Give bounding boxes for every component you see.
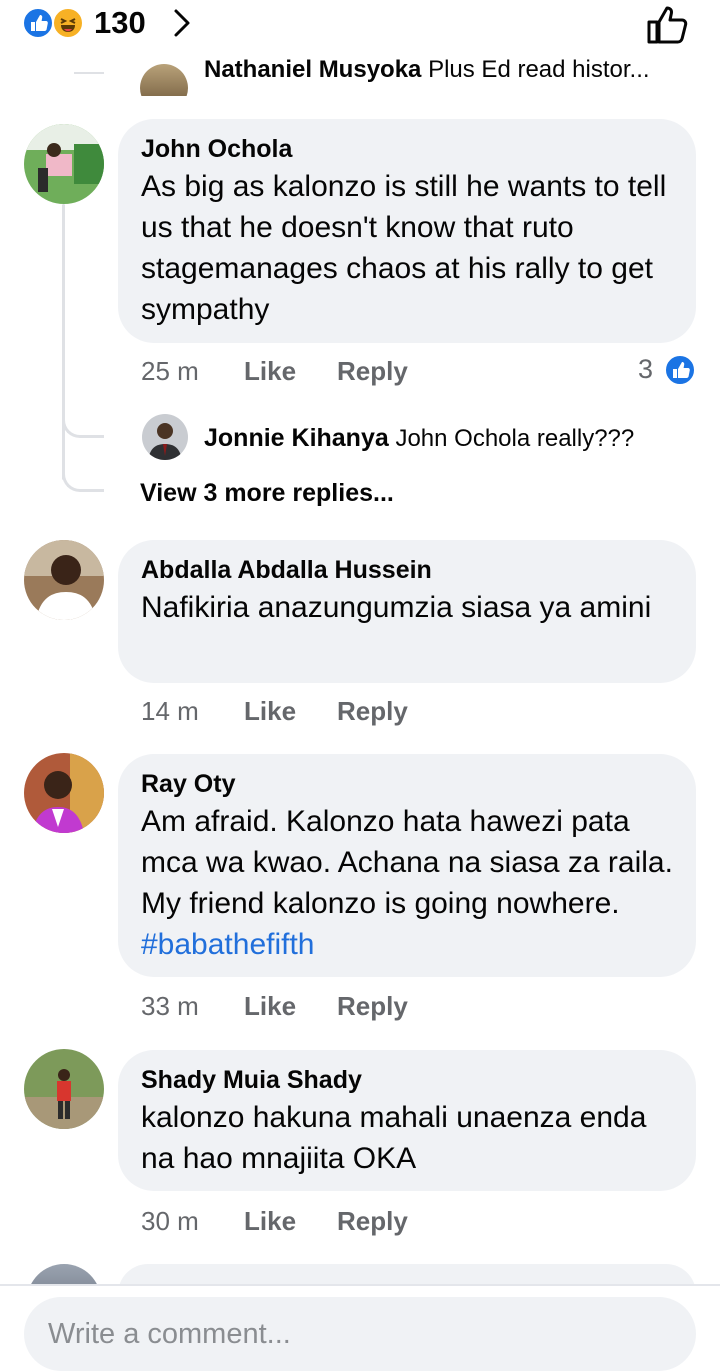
like-button[interactable]: Like	[244, 356, 296, 387]
reactions-bar[interactable]: 130	[0, 0, 720, 50]
like-button[interactable]: Like	[244, 696, 296, 727]
comment-actions: 33 m Like Reply	[141, 991, 441, 1027]
haha-reaction-icon	[52, 7, 84, 39]
reply-button[interactable]: Reply	[337, 991, 408, 1022]
thread-line	[62, 204, 65, 480]
thread-elbow	[62, 466, 104, 492]
comment-actions: 25 m Like Reply	[141, 356, 441, 392]
like-reaction-icon[interactable]	[664, 354, 696, 386]
avatar-ray-oty[interactable]	[24, 753, 104, 833]
avatar[interactable]	[27, 1264, 101, 1284]
reply-content: John Ochola really???	[395, 425, 635, 452]
view-more-replies-link[interactable]: View 3 more replies...	[140, 479, 394, 508]
reaction-count: 130	[94, 5, 146, 40]
comment-composer[interactable]	[24, 1297, 696, 1371]
comment-actions: 30 m Like Reply	[141, 1206, 441, 1242]
partial-reply-row: Nathaniel Musyoka Plus Ed read histor...	[0, 50, 720, 96]
hashtag-link[interactable]: #babathefifth	[141, 928, 314, 961]
comment-text: Am afraid. Kalonzo hata hawezi pata mca …	[141, 805, 673, 961]
like-button[interactable]: Like	[244, 1206, 296, 1237]
chevron-right-icon[interactable]	[172, 8, 192, 38]
comment-text: kalonzo hakuna mahali unaenza enda na ha…	[141, 1101, 647, 1175]
comment-time: 14 m	[141, 696, 199, 726]
composer-divider	[0, 1284, 720, 1286]
avatar-shady-muia[interactable]	[24, 1049, 104, 1129]
comment-text: As big as kalonzo is still he wants to t…	[141, 170, 667, 326]
avatar-abdalla-hussein[interactable]	[24, 540, 104, 620]
comment-author[interactable]: Shady Muia Shady	[141, 1064, 674, 1096]
comment-actions: 14 m Like Reply	[141, 696, 441, 732]
comment-time: 30 m	[141, 1206, 199, 1236]
like-reaction-icon	[22, 7, 54, 39]
comment-author[interactable]: Abdalla Abdalla Hussein	[141, 554, 674, 586]
avatar[interactable]	[140, 64, 188, 96]
write-comment-input[interactable]	[48, 1313, 668, 1355]
comment-text: Nafikiria anazungumzia siasa ya amini	[141, 591, 652, 624]
comment-bubble[interactable]: Shady Muia Shady kalonzo hakuna mahali u…	[118, 1050, 696, 1191]
like-outline-icon[interactable]	[646, 4, 690, 46]
comment-author[interactable]: John Ochola	[141, 133, 674, 165]
like-button[interactable]: Like	[244, 991, 296, 1022]
comment-author[interactable]: Ray Oty	[141, 768, 674, 800]
reply-author[interactable]: Jonnie Kihanya	[204, 424, 389, 452]
comment-bubble[interactable]: Abdalla Abdalla Hussein Nafikiria anazun…	[118, 540, 696, 683]
comment-time: 25 m	[141, 356, 199, 386]
comment-bubble[interactable]	[118, 1264, 696, 1284]
comment-reaction-count[interactable]: 3	[638, 354, 653, 385]
comment-bubble[interactable]: John Ochola As big as kalonzo is still h…	[118, 119, 696, 343]
reply-button[interactable]: Reply	[337, 696, 408, 727]
comment-bubble[interactable]: Ray Oty Am afraid. Kalonzo hata hawezi p…	[118, 754, 696, 977]
avatar-jonnie-kihanya[interactable]	[142, 414, 188, 460]
reply-button[interactable]: Reply	[337, 1206, 408, 1237]
thread-elbow	[62, 412, 104, 438]
partial-reply-text: Nathaniel Musyoka Plus Ed read histor...	[204, 56, 650, 83]
comment-time: 33 m	[141, 991, 199, 1021]
reply-button[interactable]: Reply	[337, 356, 408, 387]
reply-text: Jonnie Kihanya John Ochola really???	[204, 424, 634, 453]
avatar-john-ochola[interactable]	[24, 124, 104, 204]
